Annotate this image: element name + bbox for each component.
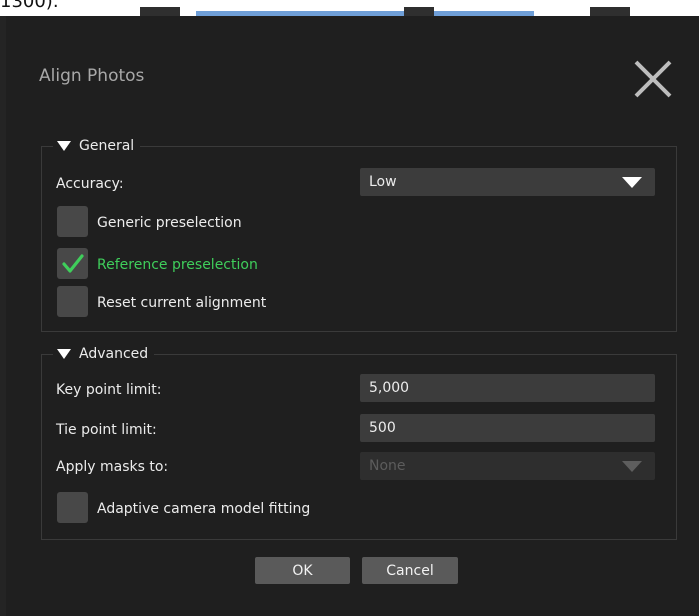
- generic-preselection-label[interactable]: Generic preselection: [97, 215, 242, 231]
- background-shape: [590, 7, 630, 16]
- collapse-triangle-icon: [57, 349, 71, 359]
- checkmark-icon: [62, 254, 84, 273]
- reset-alignment-checkbox[interactable]: [57, 286, 88, 317]
- ok-button[interactable]: OK: [255, 557, 350, 584]
- key-point-limit-input[interactable]: 5,000: [360, 374, 655, 402]
- close-button[interactable]: [632, 58, 674, 100]
- cancel-button[interactable]: Cancel: [362, 557, 458, 584]
- chevron-down-icon: [622, 177, 642, 188]
- apply-masks-label: Apply masks to:: [56, 459, 169, 475]
- general-heading: General: [79, 138, 135, 154]
- key-point-limit-value: 5,000: [369, 380, 410, 396]
- reset-alignment-label[interactable]: Reset current alignment: [97, 295, 266, 311]
- general-group-header[interactable]: General: [53, 136, 141, 156]
- reference-preselection-label[interactable]: Reference preselection: [97, 257, 258, 273]
- dialog-title: Align Photos: [39, 66, 145, 86]
- background-caption: 1300).: [0, 0, 59, 12]
- background-shape: [404, 7, 434, 16]
- accuracy-value: Low: [369, 174, 397, 190]
- chevron-down-icon: [622, 461, 642, 472]
- generic-preselection-checkbox[interactable]: [57, 206, 88, 237]
- apply-masks-value: None: [369, 458, 406, 474]
- adaptive-camera-checkbox[interactable]: [57, 492, 88, 523]
- reference-preselection-checkbox[interactable]: [57, 248, 88, 279]
- advanced-group-header[interactable]: Advanced: [53, 344, 155, 364]
- advanced-heading: Advanced: [79, 346, 149, 362]
- collapse-triangle-icon: [57, 141, 71, 151]
- accuracy-select[interactable]: Low: [360, 168, 655, 196]
- adaptive-camera-label[interactable]: Adaptive camera model fitting: [97, 501, 310, 517]
- tie-point-limit-value: 500: [369, 420, 396, 436]
- apply-masks-select: None: [360, 452, 655, 480]
- background-shape: [140, 7, 180, 16]
- background-window-strip: 1300).: [0, 0, 699, 16]
- close-icon: [634, 60, 672, 98]
- align-photos-dialog: Align Photos General Accuracy: Low Gener…: [6, 16, 699, 616]
- accuracy-label: Accuracy:: [56, 176, 124, 192]
- tie-point-limit-input[interactable]: 500: [360, 414, 655, 442]
- key-point-limit-label: Key point limit:: [56, 382, 162, 398]
- tie-point-limit-label: Tie point limit:: [56, 422, 157, 438]
